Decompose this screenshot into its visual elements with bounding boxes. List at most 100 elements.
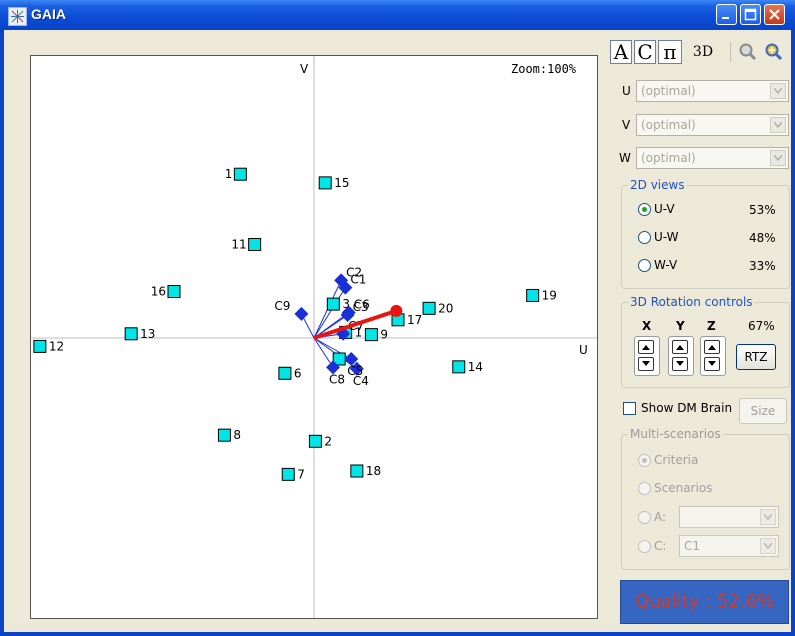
c-select-value: C1 [684,539,701,553]
v-axis-value: (optimal) [641,118,696,132]
rotate-x-up-button[interactable] [638,340,654,354]
rotate-z-up-button[interactable] [704,340,720,354]
criteria-toggle-button[interactable]: C [634,40,656,64]
action-label: 18 [366,464,381,478]
u-axis-value: (optimal) [641,84,696,98]
rotation-z-label: Z [707,319,716,333]
show-dm-brain-checkbox[interactable] [623,402,636,415]
multi-scenarios-title: Multi-scenarios [628,427,723,441]
minimize-button[interactable] [716,4,737,25]
chevron-down-icon [760,509,776,525]
v-axis-label: V [300,62,309,76]
chevron-down-icon [760,538,776,554]
decision-axis-tip [390,304,403,317]
w-axis-value: (optimal) [641,151,696,165]
action-marker [281,467,295,481]
view-uv-label: U-V [654,202,675,216]
rotation-pct: 67% [748,319,775,333]
action-label: 8 [233,428,241,442]
rotation-x-label: X [642,319,652,333]
maximize-button[interactable] [740,4,761,25]
view-uw-label: U-W [654,230,679,244]
window-title: GAIA [31,6,66,22]
3d-rotation-title: 3D Rotation controls [628,295,755,309]
action-marker [364,328,378,342]
rotate-z-down-button[interactable] [704,357,720,371]
scenarios-radio[interactable] [638,482,651,495]
window-border-left [0,30,4,636]
criterion-label: C6 [354,298,370,312]
v-axis-select[interactable]: (optimal) [636,114,789,136]
w-axis-label: W [619,151,631,165]
a-select[interactable] [679,506,779,528]
action-marker [124,327,138,341]
criterion-label: C9 [274,299,290,313]
action-label: 13 [140,327,155,341]
action-marker [248,237,262,251]
toolbar-separator [730,42,731,62]
action-marker [167,285,181,299]
criterion-marker [294,306,309,321]
action-marker [33,339,47,353]
rotate-y-up-button[interactable] [672,340,688,354]
c-radio[interactable] [638,540,651,553]
view-wv-radio[interactable] [638,259,651,272]
action-label: 11 [231,237,246,251]
action-label: 20 [438,301,453,315]
a-radio[interactable] [638,511,651,524]
view-uv-pct: 53% [749,203,776,217]
chevron-down-icon [770,150,786,166]
criteria-radio-label: Criteria [654,453,699,467]
action-label: 17 [407,313,422,327]
rotate-y-down-button[interactable] [672,357,688,371]
action-label: 15 [334,176,349,190]
u-axis-select[interactable]: (optimal) [636,80,789,102]
zoom-level: Zoom:100% [511,62,577,76]
rotate-x-down-button[interactable] [638,357,654,371]
view-uv-radio[interactable] [638,203,651,216]
u-axis-label: U [622,84,631,98]
criteria-radio[interactable] [638,454,651,467]
close-button[interactable] [764,4,785,25]
size-button[interactable]: Size [739,398,787,424]
chevron-down-icon [770,83,786,99]
window-border-bottom [0,632,795,636]
c-select[interactable]: C1 [679,535,779,557]
rtz-button[interactable]: RTZ [736,344,776,370]
zoom-in-icon[interactable] [764,42,784,62]
criterion-line [313,337,334,368]
action-marker [217,428,231,442]
action-marker [422,301,436,315]
action-label: 9 [380,328,388,342]
action-marker [318,176,332,190]
action-label: 6 [294,366,302,380]
2d-views-title: 2D views [628,178,687,192]
gaia-plot-svg: VU1236789111213141516171819201C1C2C3C4C5… [31,56,597,618]
criterion-label: C8 [329,372,345,386]
view-uw-radio[interactable] [638,231,651,244]
action-marker [233,167,247,181]
gaia-plane[interactable]: V U 1 2 3 6 7 8 9 11 12 13 14 15 16 17 18 19 20 1 C1 C2 C3 C4 C5… [30,55,598,619]
c-radio-label: C: [654,539,667,553]
action-label: 2 [324,434,332,448]
action-marker [452,360,466,374]
view-wv-pct: 33% [749,259,776,273]
criterion-label: C5 [347,364,363,378]
u-axis-label: U [579,343,588,357]
rotation-y-label: Y [676,319,685,333]
criterion-label: C2 [346,265,362,279]
v-axis-label: V [622,118,631,132]
chevron-down-icon [770,117,786,133]
action-marker [350,464,364,478]
3d-view-button[interactable]: 3D [684,40,722,64]
action-marker [326,297,340,311]
scenarios-radio-label: Scenarios [654,481,713,495]
action-marker [308,434,322,448]
window-border-right [791,30,795,636]
actions-toggle-button[interactable]: A [610,40,632,64]
zoom-out-icon[interactable] [738,42,758,62]
decision-axis-toggle-button[interactable]: π [658,40,682,64]
action-label: 12 [49,339,64,353]
w-axis-select[interactable]: (optimal) [636,147,789,169]
action-marker [526,288,540,302]
